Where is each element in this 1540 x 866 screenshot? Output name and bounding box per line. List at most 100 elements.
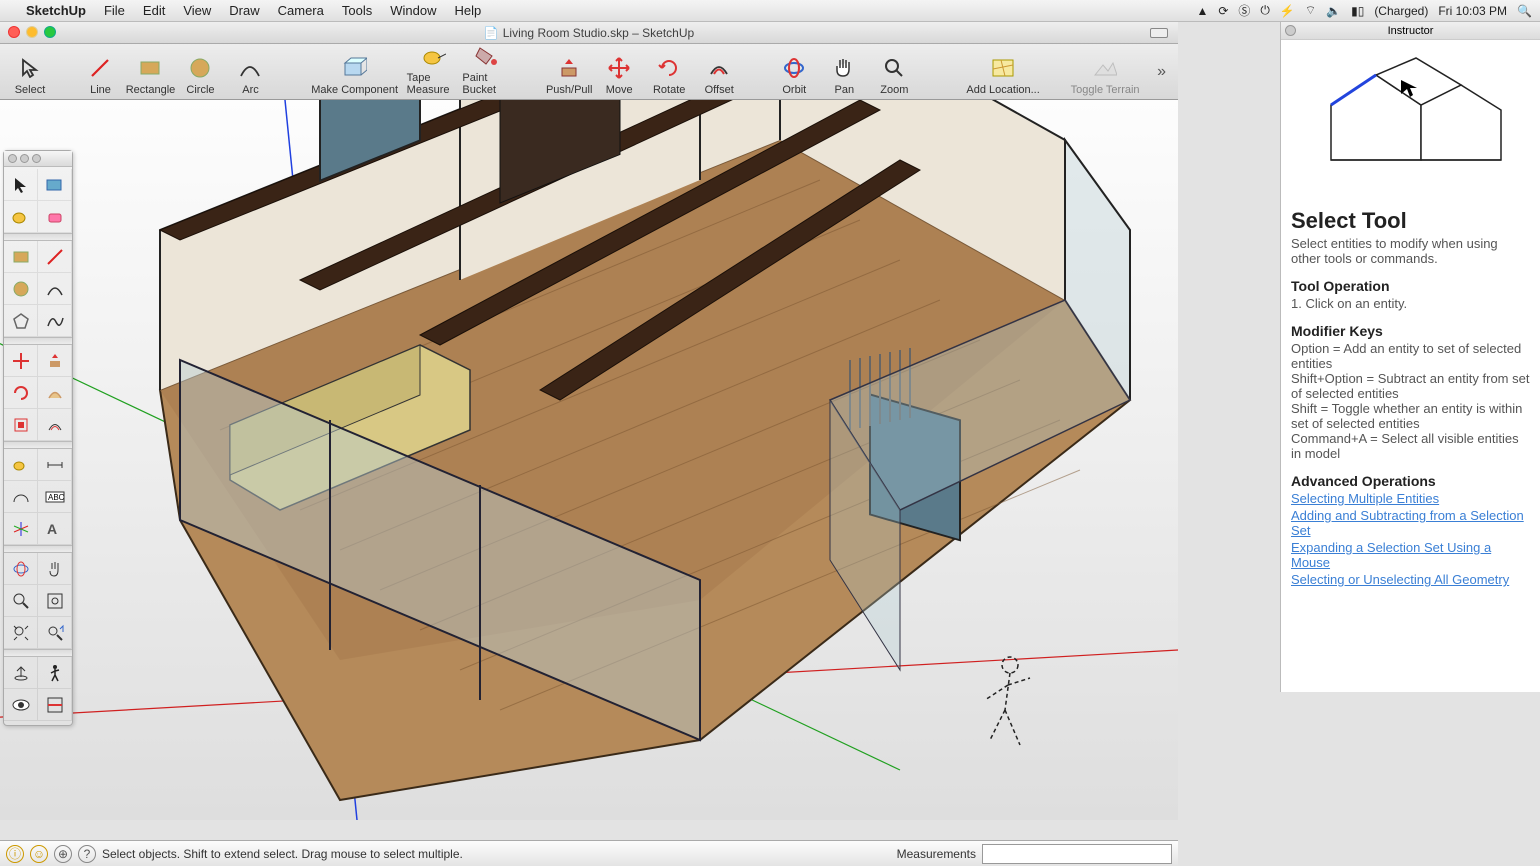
close-button[interactable] xyxy=(8,26,20,38)
p-3dtext[interactable]: A xyxy=(38,513,72,545)
ins-link-1[interactable]: Adding and Subtracting from a Selection … xyxy=(1291,508,1530,538)
file-icon: 📄 xyxy=(484,26,499,40)
p-tape2[interactable] xyxy=(4,449,38,481)
p-zoom[interactable] xyxy=(4,585,38,617)
p-tape[interactable] xyxy=(4,201,38,233)
p-line[interactable] xyxy=(38,241,72,273)
ins-desc: Select entities to modify when using oth… xyxy=(1291,236,1530,266)
app-name[interactable]: SketchUp xyxy=(26,3,86,18)
orbit-tool[interactable]: Orbit xyxy=(770,46,818,98)
palette-titlebar[interactable] xyxy=(4,151,72,167)
menu-window[interactable]: Window xyxy=(390,3,436,18)
pan-tool[interactable]: Pan xyxy=(820,46,868,98)
power-icon[interactable]: ⏻ xyxy=(1260,3,1270,18)
p-text[interactable]: ABC xyxy=(38,481,72,513)
collapse-button[interactable] xyxy=(1150,28,1168,38)
add-location-tool[interactable]: Add Location... xyxy=(953,46,1053,98)
s-icon[interactable]: Ⓢ xyxy=(1238,2,1250,19)
p-scale[interactable] xyxy=(4,409,38,441)
p-poly[interactable] xyxy=(4,305,38,337)
zoom-tool[interactable]: Zoom xyxy=(870,46,918,98)
measurements-input[interactable] xyxy=(982,844,1172,864)
move-tool[interactable]: Move xyxy=(595,46,643,98)
menu-camera[interactable]: Camera xyxy=(278,3,324,18)
p-select[interactable] xyxy=(4,169,38,201)
menu-help[interactable]: Help xyxy=(454,3,481,18)
p-rotate[interactable] xyxy=(4,377,38,409)
rectangle-tool[interactable]: Rectangle xyxy=(126,46,174,98)
status-hint: Select objects. Shift to extend select. … xyxy=(102,847,463,861)
instructor-titlebar[interactable]: Instructor xyxy=(1281,22,1540,40)
minimize-button[interactable] xyxy=(26,26,38,38)
p-zoomext[interactable] xyxy=(4,617,38,649)
wifi-icon[interactable]: ⌔ xyxy=(1305,3,1316,18)
main-toolbar: Select Line Rectangle Circle Arc Make Co… xyxy=(0,44,1178,100)
line-tool[interactable]: Line xyxy=(76,46,124,98)
p-walk[interactable] xyxy=(38,657,72,689)
volume-icon[interactable]: 🔈 xyxy=(1326,4,1341,18)
clock[interactable]: Fri 10:03 PM xyxy=(1438,4,1507,18)
p-move[interactable] xyxy=(4,345,38,377)
p-orbit[interactable] xyxy=(4,553,38,585)
ins-mod-2: Shift = Toggle whether an entity is with… xyxy=(1291,401,1530,431)
p-paint[interactable] xyxy=(38,169,72,201)
arc-tool[interactable]: Arc xyxy=(226,46,274,98)
googledrive-icon[interactable]: ▲ xyxy=(1196,4,1208,18)
circle-tool[interactable]: Circle xyxy=(176,46,224,98)
ins-link-3[interactable]: Selecting or Unselecting All Geometry xyxy=(1291,572,1530,587)
menu-tools[interactable]: Tools xyxy=(342,3,372,18)
sb-help-icon[interactable]: ? xyxy=(78,845,96,863)
p-zoomwin[interactable] xyxy=(38,585,72,617)
sb-info-icon[interactable]: ⓘ xyxy=(6,845,24,863)
bluetooth-icon[interactable]: ⚡ xyxy=(1280,4,1295,18)
toolbar-overflow[interactable]: » xyxy=(1157,63,1172,81)
menu-view[interactable]: View xyxy=(183,3,211,18)
sb-geo-icon[interactable]: ⊕ xyxy=(54,845,72,863)
mac-menubar: SketchUp File Edit View Draw Camera Tool… xyxy=(0,0,1540,22)
p-pushpull[interactable] xyxy=(38,345,72,377)
p-pan[interactable] xyxy=(38,553,72,585)
sb-user-icon[interactable]: ☺ xyxy=(30,845,48,863)
instructor-panel: Instructor Select Tool Select entities t… xyxy=(1280,22,1540,692)
rotate-tool[interactable]: Rotate xyxy=(645,46,693,98)
p-offset[interactable] xyxy=(38,409,72,441)
p-eraser[interactable] xyxy=(38,201,72,233)
p-circle[interactable] xyxy=(4,273,38,305)
ins-mod-0: Option = Add an entity to set of selecte… xyxy=(1291,341,1530,371)
p-freehand[interactable] xyxy=(38,305,72,337)
menu-draw[interactable]: Draw xyxy=(229,3,259,18)
p-section[interactable] xyxy=(38,689,72,721)
viewport-3d[interactable] xyxy=(0,100,1178,820)
ins-mod-1: Shift+Option = Subtract an entity from s… xyxy=(1291,371,1530,401)
status-bar: ⓘ ☺ ⊕ ? Select objects. Shift to extend … xyxy=(0,840,1178,866)
menu-file[interactable]: File xyxy=(104,3,125,18)
tool-palette[interactable]: ABC A xyxy=(3,150,73,726)
zoom-button[interactable] xyxy=(44,26,56,38)
battery-icon[interactable]: ▮▯ xyxy=(1351,4,1364,18)
sync-icon[interactable]: ⟳ xyxy=(1218,4,1228,18)
p-axes[interactable] xyxy=(4,513,38,545)
select-tool[interactable]: Select xyxy=(6,46,54,98)
ins-link-0[interactable]: Selecting Multiple Entities xyxy=(1291,491,1530,506)
p-followme[interactable] xyxy=(38,377,72,409)
menu-edit[interactable]: Edit xyxy=(143,3,165,18)
instructor-illustration xyxy=(1281,40,1540,200)
ins-toolop-h: Tool Operation xyxy=(1291,278,1530,294)
p-rect[interactable] xyxy=(4,241,38,273)
p-look[interactable] xyxy=(4,689,38,721)
p-arc[interactable] xyxy=(38,273,72,305)
p-prev[interactable] xyxy=(38,617,72,649)
toggle-terrain-tool[interactable]: Toggle Terrain xyxy=(1055,46,1155,98)
push-pull-tool[interactable]: Push/Pull xyxy=(545,46,593,98)
window-title: Living Room Studio.skp – SketchUp xyxy=(503,26,694,40)
spotlight-icon[interactable]: 🔍 xyxy=(1517,4,1532,18)
make-component-tool[interactable]: Make Component xyxy=(305,46,405,98)
tape-measure-tool[interactable]: Tape Measure xyxy=(407,46,461,98)
ins-link-2[interactable]: Expanding a Selection Set Using a Mouse xyxy=(1291,540,1530,570)
offset-tool[interactable]: Offset xyxy=(695,46,743,98)
p-dim[interactable] xyxy=(38,449,72,481)
paint-bucket-tool[interactable]: Paint Bucket xyxy=(462,46,510,98)
p-protractor[interactable] xyxy=(4,481,38,513)
p-position[interactable] xyxy=(4,657,38,689)
ins-mod-h: Modifier Keys xyxy=(1291,323,1530,339)
